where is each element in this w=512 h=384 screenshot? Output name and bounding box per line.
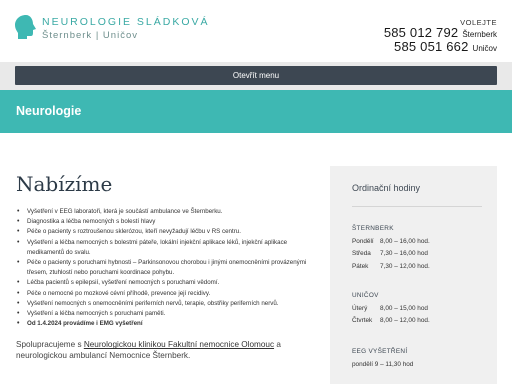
divider	[352, 206, 482, 207]
list-item: Vyšetření a léčba nemocných s bolestmi p…	[16, 238, 316, 258]
page-title: Neurologie	[16, 104, 82, 118]
list-item: Od 1.4.2024 provádíme i EMG vyšetření	[16, 319, 316, 329]
list-item: Léčba pacientů s epilepsií, vyšetření ne…	[16, 278, 316, 288]
sidebar-title: Ordinační hodiny	[352, 183, 421, 193]
list-item: Péče o pacienty s roztroušenou sklerózou…	[16, 227, 316, 237]
hours-eeg: EEG VYŠETŘENÍ pondělí 9 – 11,30 hod	[352, 346, 413, 371]
hours-heading: UNIČOV	[352, 292, 379, 299]
hours-day: Čtvrtek	[352, 317, 373, 324]
hours-time: 7,30 – 12,00 hod.	[380, 262, 430, 270]
services-list: Vyšetření v EEG laboratoři, která je sou…	[16, 207, 316, 330]
section-title: Nabízíme	[16, 172, 113, 196]
phone-sternberk[interactable]: 585 012 792 Šternberk	[384, 25, 497, 40]
page-banner: Neurologie	[0, 90, 512, 133]
hours-time: 8,00 – 16,00 hod.	[380, 237, 430, 245]
collaboration-text: Spolupracujeme s Neurologickou klinikou …	[16, 339, 316, 361]
head-logo-icon[interactable]	[14, 14, 38, 40]
hours-row: Pátek 7,30 – 12,00 hod.	[352, 261, 430, 274]
hours-time: pondělí 9 – 11,30 hod	[352, 360, 414, 368]
hours-day: Úterý	[352, 304, 368, 312]
hours-day: Pondělí	[352, 237, 374, 245]
phone-city: Uničov	[472, 44, 497, 53]
hours-day: Pátek	[352, 262, 369, 270]
phone-number[interactable]: 585 012 792	[384, 25, 459, 40]
collab-prefix: Spolupracujeme s	[16, 340, 84, 350]
site-header: NEUROLOGIE SLÁDKOVÁ Šternberk | Uničov V…	[0, 0, 512, 62]
list-item: Vyšetření v EEG laboratoři, která je sou…	[16, 207, 316, 217]
phone-number[interactable]: 585 051 662	[394, 39, 469, 54]
fn-olomouc-link[interactable]: Neurologickou klinikou Fakultní nemocnic…	[84, 340, 274, 349]
opening-hours-sidebar: Ordinační hodiny ŠTERNBERK Pondělí 8,00 …	[330, 166, 497, 384]
open-menu-button[interactable]: Otevřít menu	[15, 66, 497, 85]
logo-subtitle: Šternberk | Uničov	[42, 30, 138, 41]
hours-heading: EEG VYŠETŘENÍ	[352, 348, 408, 355]
list-item: Péče o pacienty s poruchami hybnosti – P…	[16, 258, 316, 278]
menu-bar: Otevřít menu	[0, 62, 512, 90]
hours-row: Pondělí 8,00 – 16,00 hod.	[352, 236, 430, 249]
logo-name[interactable]: NEUROLOGIE SLÁDKOVÁ	[42, 16, 210, 28]
phone-unicov[interactable]: 585 051 662 Uničov	[394, 39, 497, 54]
list-item: Péče o nemocné po mozkové cévní příhodě,…	[16, 289, 316, 299]
hours-sternberk: ŠTERNBERK Pondělí 8,00 – 16,00 hod. Stře…	[352, 223, 430, 273]
list-item: Vyšetření nemocných s onemocněními perif…	[16, 299, 316, 309]
hours-unicov: UNIČOV Úterý 8,00 – 15,00 hod Čtvrtek 8,…	[352, 290, 430, 328]
phone-city: Šternberk	[462, 30, 497, 39]
hours-row: Středa 7,30 – 16,00 hod	[352, 248, 430, 261]
main-content: Nabízíme Vyšetření v EEG laboratoři, kte…	[16, 172, 316, 361]
list-item: Vyšetření a léčba nemocných s poruchami …	[16, 309, 316, 319]
hours-time: 7,30 – 16,00 hod	[380, 250, 428, 257]
list-item: Diagnostika a léčba nemocných s bolestí …	[16, 217, 316, 227]
hours-row: Úterý 8,00 – 15,00 hod	[352, 303, 430, 316]
hours-heading: ŠTERNBERK	[352, 225, 394, 232]
hours-time: 8,00 – 12,00 hod.	[380, 317, 430, 324]
hours-time: 8,00 – 15,00 hod	[380, 304, 428, 312]
hours-row: Čtvrtek 8,00 – 12,00 hod.	[352, 315, 430, 328]
hours-day: Středa	[352, 250, 371, 257]
